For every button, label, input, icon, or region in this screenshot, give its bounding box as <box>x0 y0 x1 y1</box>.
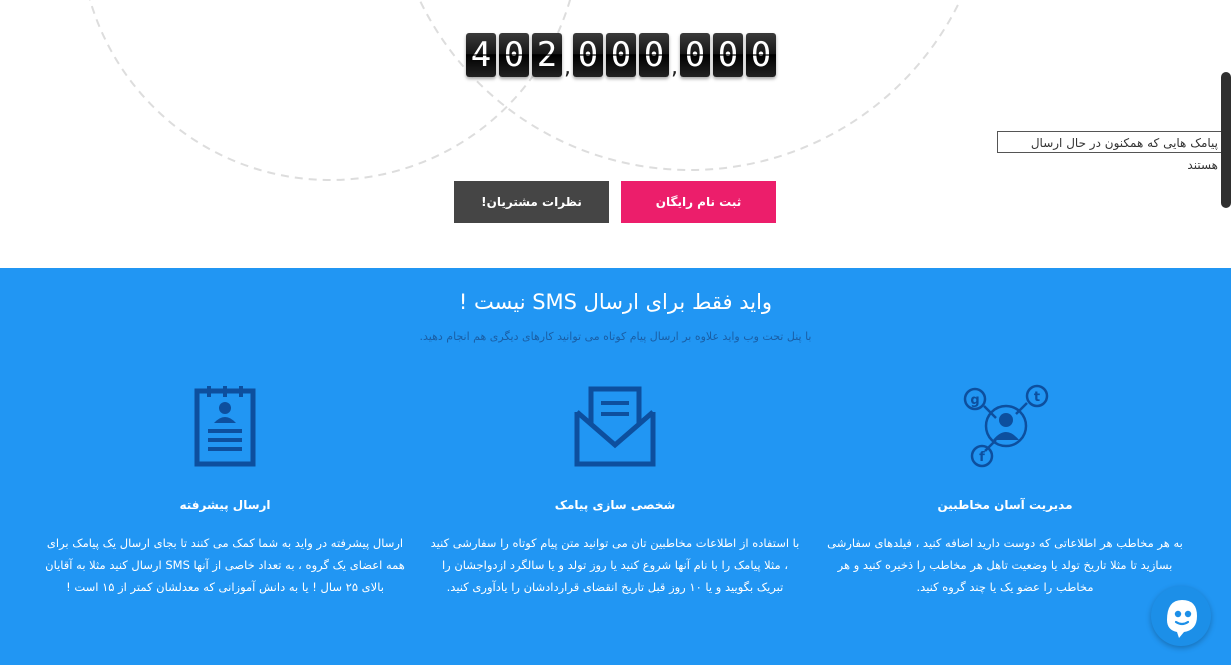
counter-separator: , <box>671 55 678 80</box>
feature-desc-advanced: ارسال پیشرفته در واید به شما کمک می کنند… <box>45 536 405 594</box>
counter-digit: 4 <box>466 33 496 77</box>
scrollbar[interactable] <box>1221 72 1231 208</box>
counter-separator: , <box>564 55 571 80</box>
counter-digit: 0 <box>639 33 669 77</box>
chat-bubble-icon <box>1167 600 1197 638</box>
feature-title-personalize: شخصی سازی پیامک <box>554 498 676 512</box>
counter-digit: 0 <box>746 33 776 77</box>
counter-digit: 0 <box>713 33 743 77</box>
envelope-icon <box>574 386 656 467</box>
feature-desc-personalize: با استفاده از اطلاعات مخاطبین تان می توا… <box>430 536 800 594</box>
contact-network-icon: g t f <box>963 384 1049 468</box>
features-section: واید فقط برای ارسال SMS نیست ! با پنل تح… <box>0 268 1231 665</box>
chat-widget-button[interactable] <box>1151 586 1211 646</box>
features-subheading: با پنل تحت وب واید علاوه بر ارسال پیام ک… <box>419 330 812 343</box>
hero-section: 4 0 2 , 0 0 0 , 0 0 0 پیامک هایی که همکن… <box>0 0 1231 268</box>
svg-text:t: t <box>1034 390 1040 405</box>
counter-digit: 0 <box>499 33 529 77</box>
sms-counter: 4 0 2 , 0 0 0 , 0 0 0 <box>466 33 779 80</box>
counter-digit: 0 <box>680 33 710 77</box>
feature-title-contacts: مدیریت آسان مخاطبین <box>937 498 1073 512</box>
free-signup-button[interactable]: ثبت نام رایگان <box>621 181 776 223</box>
counter-digit: 2 <box>532 33 562 77</box>
feature-title-advanced: ارسال پیشرفته <box>179 498 271 512</box>
counter-digit: 0 <box>573 33 603 77</box>
svg-text:f: f <box>979 450 985 465</box>
counter-digit: 0 <box>606 33 636 77</box>
svg-text:g: g <box>970 393 979 408</box>
profile-clipboard-icon <box>194 386 256 467</box>
features-heading: واید فقط برای ارسال SMS نیست ! <box>458 290 773 314</box>
feature-desc-contacts: به هر مخاطب هر اطلاعاتی که دوست دارید اض… <box>827 536 1183 594</box>
counter-tooltip: پیامک هایی که همکنون در حال ارسال هستند <box>997 131 1225 172</box>
customer-reviews-button[interactable]: نظرات مشتریان! <box>454 181 609 223</box>
